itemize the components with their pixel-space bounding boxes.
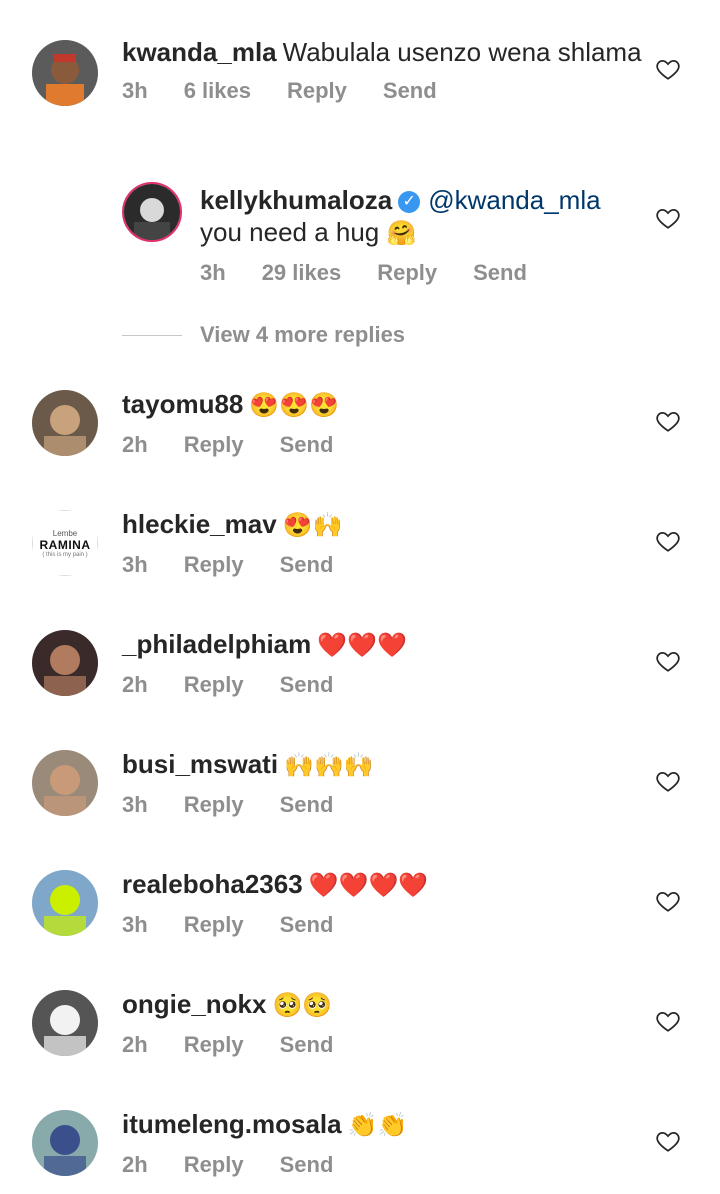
avatar[interactable] (32, 750, 98, 816)
timestamp: 3h (122, 912, 148, 937)
comment-text: realeboha2363 ❤️❤️❤️❤️ (122, 868, 622, 902)
send-button[interactable]: Send (280, 912, 334, 937)
username[interactable]: kwanda_mla (122, 37, 277, 67)
comment-text: itumeleng.mosala 👏👏 (122, 1108, 622, 1142)
send-button[interactable]: Send (280, 552, 334, 577)
timestamp: 2h (122, 1032, 148, 1057)
comment-body: Wabulala usenzo wena shlama (282, 37, 642, 67)
send-button[interactable]: Send (473, 260, 527, 285)
emoji: 👏👏 (347, 1112, 408, 1139)
comment-text: _philadelphiam ❤️❤️❤️ (122, 628, 622, 662)
timestamp: 3h (122, 792, 148, 817)
send-button[interactable]: Send (383, 78, 437, 103)
likes-count[interactable]: 6 likes (184, 78, 251, 103)
username[interactable]: busi_mswati (122, 749, 278, 779)
reply-button[interactable]: Reply (287, 78, 347, 103)
comment-text: busi_mswati 🙌🙌🙌 (122, 748, 622, 782)
avatar[interactable] (122, 182, 182, 242)
username[interactable]: ongie_nokx (122, 989, 266, 1019)
emoji: 🤗 (386, 220, 417, 247)
send-button[interactable]: Send (280, 672, 334, 697)
timestamp: 2h (122, 1152, 148, 1177)
avatar[interactable] (32, 1110, 98, 1176)
heart-icon[interactable] (655, 1128, 681, 1154)
avatar[interactable] (32, 40, 98, 106)
heart-icon[interactable] (655, 56, 681, 82)
heart-icon[interactable] (655, 528, 681, 554)
timestamp: 3h (122, 78, 148, 103)
emoji: 😍🙌 (282, 512, 343, 539)
send-button[interactable]: Send (280, 1032, 334, 1057)
avatar[interactable] (32, 870, 98, 936)
send-button[interactable]: Send (280, 792, 334, 817)
emoji: ❤️❤️❤️ (317, 632, 407, 659)
reply-button[interactable]: Reply (184, 1032, 244, 1057)
username[interactable]: _philadelphiam (122, 629, 311, 659)
username[interactable]: itumeleng.mosala (122, 1109, 342, 1139)
comment-text: kellykhumaloza ✓ @kwanda_mla (200, 184, 640, 216)
emoji: ❤️❤️❤️❤️ (308, 872, 429, 899)
username[interactable]: hleckie_mav (122, 509, 277, 539)
reply-button[interactable]: Reply (184, 1152, 244, 1177)
avatar[interactable] (32, 630, 98, 696)
comment-text: ongie_nokx 🥺🥺 (122, 988, 622, 1022)
mention-link[interactable]: @kwanda_mla (428, 185, 600, 215)
comment-text: you need a hug 🤗 (200, 216, 640, 250)
likes-count[interactable]: 29 likes (262, 260, 342, 285)
reply-button[interactable]: Reply (184, 432, 244, 457)
comment-text: tayomu88 😍😍😍 (122, 388, 622, 422)
avatar-text: ( this is my pain ) (42, 551, 88, 558)
emoji: 🙌🙌🙌 (284, 752, 374, 779)
comment-text: kwanda_mla Wabulala usenzo wena shlama (122, 36, 642, 68)
heart-icon[interactable] (655, 648, 681, 674)
timestamp: 3h (200, 260, 226, 285)
heart-icon[interactable] (655, 888, 681, 914)
avatar[interactable] (32, 990, 98, 1056)
heart-icon[interactable] (655, 408, 681, 434)
timestamp: 2h (122, 672, 148, 697)
heart-icon[interactable] (655, 768, 681, 794)
reply-button[interactable]: Reply (184, 552, 244, 577)
timestamp: 2h (122, 432, 148, 457)
username[interactable]: kellykhumaloza (200, 185, 392, 215)
reply-button[interactable]: Reply (184, 912, 244, 937)
avatar[interactable] (32, 390, 98, 456)
avatar-text: Lembe (52, 528, 78, 538)
verified-badge-icon: ✓ (398, 191, 421, 214)
send-button[interactable]: Send (280, 1152, 334, 1177)
view-more-label: View 4 more replies (200, 322, 406, 347)
divider (122, 334, 182, 336)
heart-icon[interactable] (655, 205, 681, 231)
username[interactable]: tayomu88 (122, 389, 243, 419)
emoji: 😍😍😍 (249, 392, 340, 419)
avatar-text: RAMINA (39, 537, 91, 552)
comment-body: you need a hug (200, 217, 380, 247)
reply-button[interactable]: Reply (377, 260, 437, 285)
view-more-replies-button[interactable]: View 4 more replies (122, 322, 405, 348)
timestamp: 3h (122, 552, 148, 577)
comment-text: hleckie_mav 😍🙌 (122, 508, 622, 542)
reply-button[interactable]: Reply (184, 672, 244, 697)
avatar[interactable]: Lembe RAMINA( this is my pain ) (32, 510, 98, 576)
emoji: 🥺🥺 (272, 992, 333, 1019)
heart-icon[interactable] (655, 1008, 681, 1034)
send-button[interactable]: Send (280, 432, 334, 457)
reply-button[interactable]: Reply (184, 792, 244, 817)
username[interactable]: realeboha2363 (122, 869, 303, 899)
